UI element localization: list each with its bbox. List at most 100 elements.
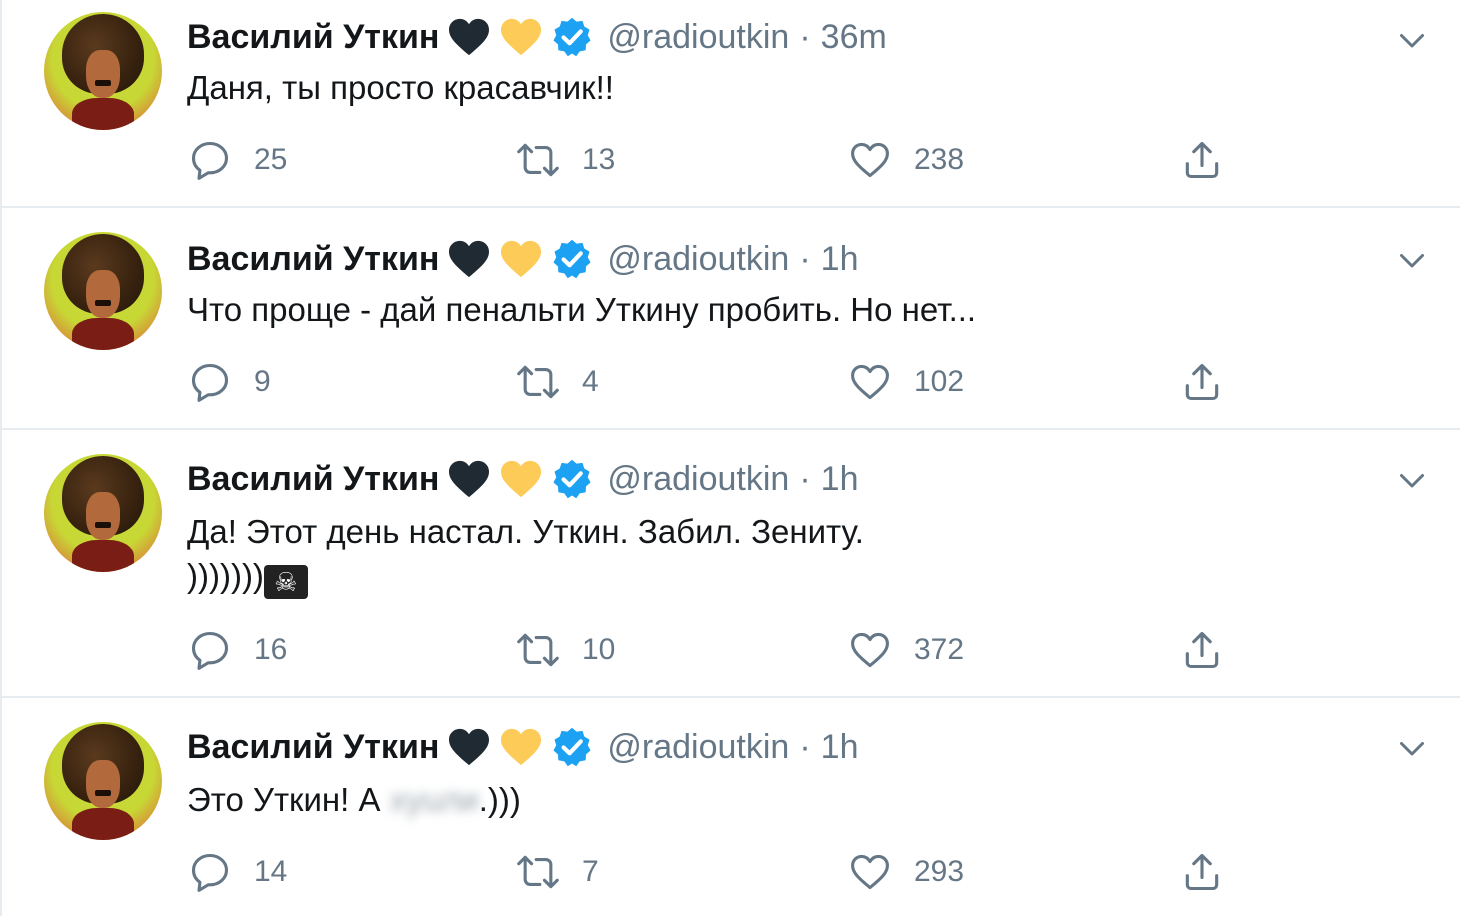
tweet-actions: 9 4 102 [2, 358, 1460, 406]
black-heart-icon [447, 727, 491, 767]
chevron-down-icon[interactable] [1394, 730, 1430, 766]
chevron-down-icon[interactable] [1394, 242, 1430, 278]
reply-bubble-icon [188, 850, 232, 894]
share-upload-icon [1180, 628, 1224, 672]
reply-count: 25 [254, 143, 288, 176]
retweet-icon [516, 628, 560, 672]
tweet-actions: 16 10 372 [2, 626, 1460, 674]
avatar[interactable] [44, 232, 162, 350]
like-count: 372 [914, 633, 965, 666]
tweet-text-line: Даня, ты просто красавчик!! [187, 69, 614, 106]
verified-badge-icon [551, 238, 593, 280]
tweet-3[interactable]: Василий Уткин @radioutkin · 1h Да! Этот … [2, 430, 1460, 698]
like-button[interactable]: 293 [848, 848, 964, 896]
like-count: 102 [914, 365, 965, 398]
reply-count: 14 [254, 855, 288, 888]
chevron-down-icon[interactable] [1394, 22, 1430, 58]
tweet-text-line: Да! Этот день настал. Уткин. Забил. Зени… [187, 513, 864, 550]
tweet-1[interactable]: Василий Уткин @radioutkin · 36m Даня, ты… [2, 0, 1460, 208]
tweet-text-before: Это Уткин! А [187, 781, 390, 818]
tweet-header: Василий Уткин @radioutkin · 1h [187, 456, 858, 502]
black-heart-icon [447, 17, 491, 57]
black-heart-icon [447, 459, 491, 499]
tweet-timestamp[interactable]: 1h [821, 240, 859, 279]
blurred-word: xyuли [389, 781, 479, 818]
avatar[interactable] [44, 12, 162, 130]
author-name[interactable]: Василий Уткин [187, 18, 439, 57]
tweet-2[interactable]: Василий Уткин @radioutkin · 1h Что проще… [2, 208, 1460, 430]
retweet-count: 7 [582, 855, 599, 888]
tweet-text-line: Что проще - дай пенальти Уткину пробить.… [187, 291, 977, 328]
separator-dot: · [799, 727, 811, 766]
reply-button[interactable]: 9 [188, 358, 271, 406]
like-count: 238 [914, 143, 965, 176]
separator-dot: · [799, 17, 811, 56]
reply-button[interactable]: 25 [188, 136, 287, 184]
reply-button[interactable]: 16 [188, 626, 287, 674]
like-button[interactable]: 372 [848, 626, 964, 674]
tweet-timestamp[interactable]: 36m [821, 18, 887, 57]
tweet-text: Что проще - дай пенальти Уткину пробить.… [187, 288, 1387, 332]
author-name[interactable]: Василий Уткин [187, 240, 439, 279]
chevron-down-icon[interactable] [1394, 462, 1430, 498]
separator-dot: · [799, 459, 811, 498]
retweet-button[interactable]: 13 [516, 136, 615, 184]
separator-dot: · [799, 239, 811, 278]
reply-bubble-icon [188, 138, 232, 182]
black-heart-icon [447, 239, 491, 279]
tweet-header: Василий Уткин @radioutkin · 1h [187, 724, 858, 770]
like-count: 293 [914, 855, 965, 888]
heart-outline-icon [848, 628, 892, 672]
reply-button[interactable]: 14 [188, 848, 287, 896]
retweet-count: 13 [582, 143, 616, 176]
tweet-timestamp[interactable]: 1h [821, 460, 859, 499]
author-handle[interactable]: @radioutkin [607, 728, 789, 767]
tweet-timestamp[interactable]: 1h [821, 728, 859, 767]
retweet-button[interactable]: 10 [516, 626, 615, 674]
author-name[interactable]: Василий Уткин [187, 460, 439, 499]
tweet-text-after: .))) [478, 781, 521, 818]
tweet-4[interactable]: Василий Уткин @radioutkin · 1h Это Уткин… [2, 698, 1460, 916]
yellow-heart-icon [499, 239, 543, 279]
like-button[interactable]: 238 [848, 136, 964, 184]
tweet-text: Да! Этот день настал. Уткин. Забил. Зени… [187, 510, 1387, 599]
verified-badge-icon [551, 458, 593, 500]
tweet-text: Это Уткин! А xyuли.))) [187, 778, 1387, 822]
retweet-button[interactable]: 4 [516, 358, 599, 406]
author-handle[interactable]: @radioutkin [607, 240, 789, 279]
like-button[interactable]: 102 [848, 358, 964, 406]
retweet-icon [516, 138, 560, 182]
author-handle[interactable]: @radioutkin [607, 460, 789, 499]
author-name[interactable]: Василий Уткин [187, 728, 439, 767]
yellow-heart-icon [499, 727, 543, 767]
avatar[interactable] [44, 722, 162, 840]
heart-outline-icon [848, 850, 892, 894]
retweet-count: 4 [582, 365, 599, 398]
heart-outline-icon [848, 138, 892, 182]
retweet-button[interactable]: 7 [516, 848, 599, 896]
tweet-text: Даня, ты просто красавчик!! [187, 66, 1387, 110]
retweet-icon [516, 850, 560, 894]
tweet-header: Василий Уткин @radioutkin · 1h [187, 236, 858, 282]
share-button[interactable] [1180, 136, 1224, 184]
share-upload-icon [1180, 360, 1224, 404]
avatar[interactable] [44, 454, 162, 572]
share-button[interactable] [1180, 848, 1224, 896]
yellow-heart-icon [499, 459, 543, 499]
reply-count: 16 [254, 633, 288, 666]
tweet-header: Василий Уткин @radioutkin · 36m [187, 14, 887, 60]
tweet-actions: 25 13 238 [2, 136, 1460, 184]
reply-bubble-icon [188, 360, 232, 404]
yellow-heart-icon [499, 17, 543, 57]
tweet-actions: 14 7 293 [2, 848, 1460, 896]
verified-badge-icon [551, 16, 593, 58]
author-handle[interactable]: @radioutkin [607, 18, 789, 57]
share-button[interactable] [1180, 626, 1224, 674]
reply-count: 9 [254, 365, 271, 398]
retweet-count: 10 [582, 633, 616, 666]
tweet-text-line: ))))))) ☠ [187, 554, 1387, 599]
share-button[interactable] [1180, 358, 1224, 406]
verified-badge-icon [551, 726, 593, 768]
tweet-text-parens: ))))))) [187, 557, 264, 594]
reply-bubble-icon [188, 628, 232, 672]
